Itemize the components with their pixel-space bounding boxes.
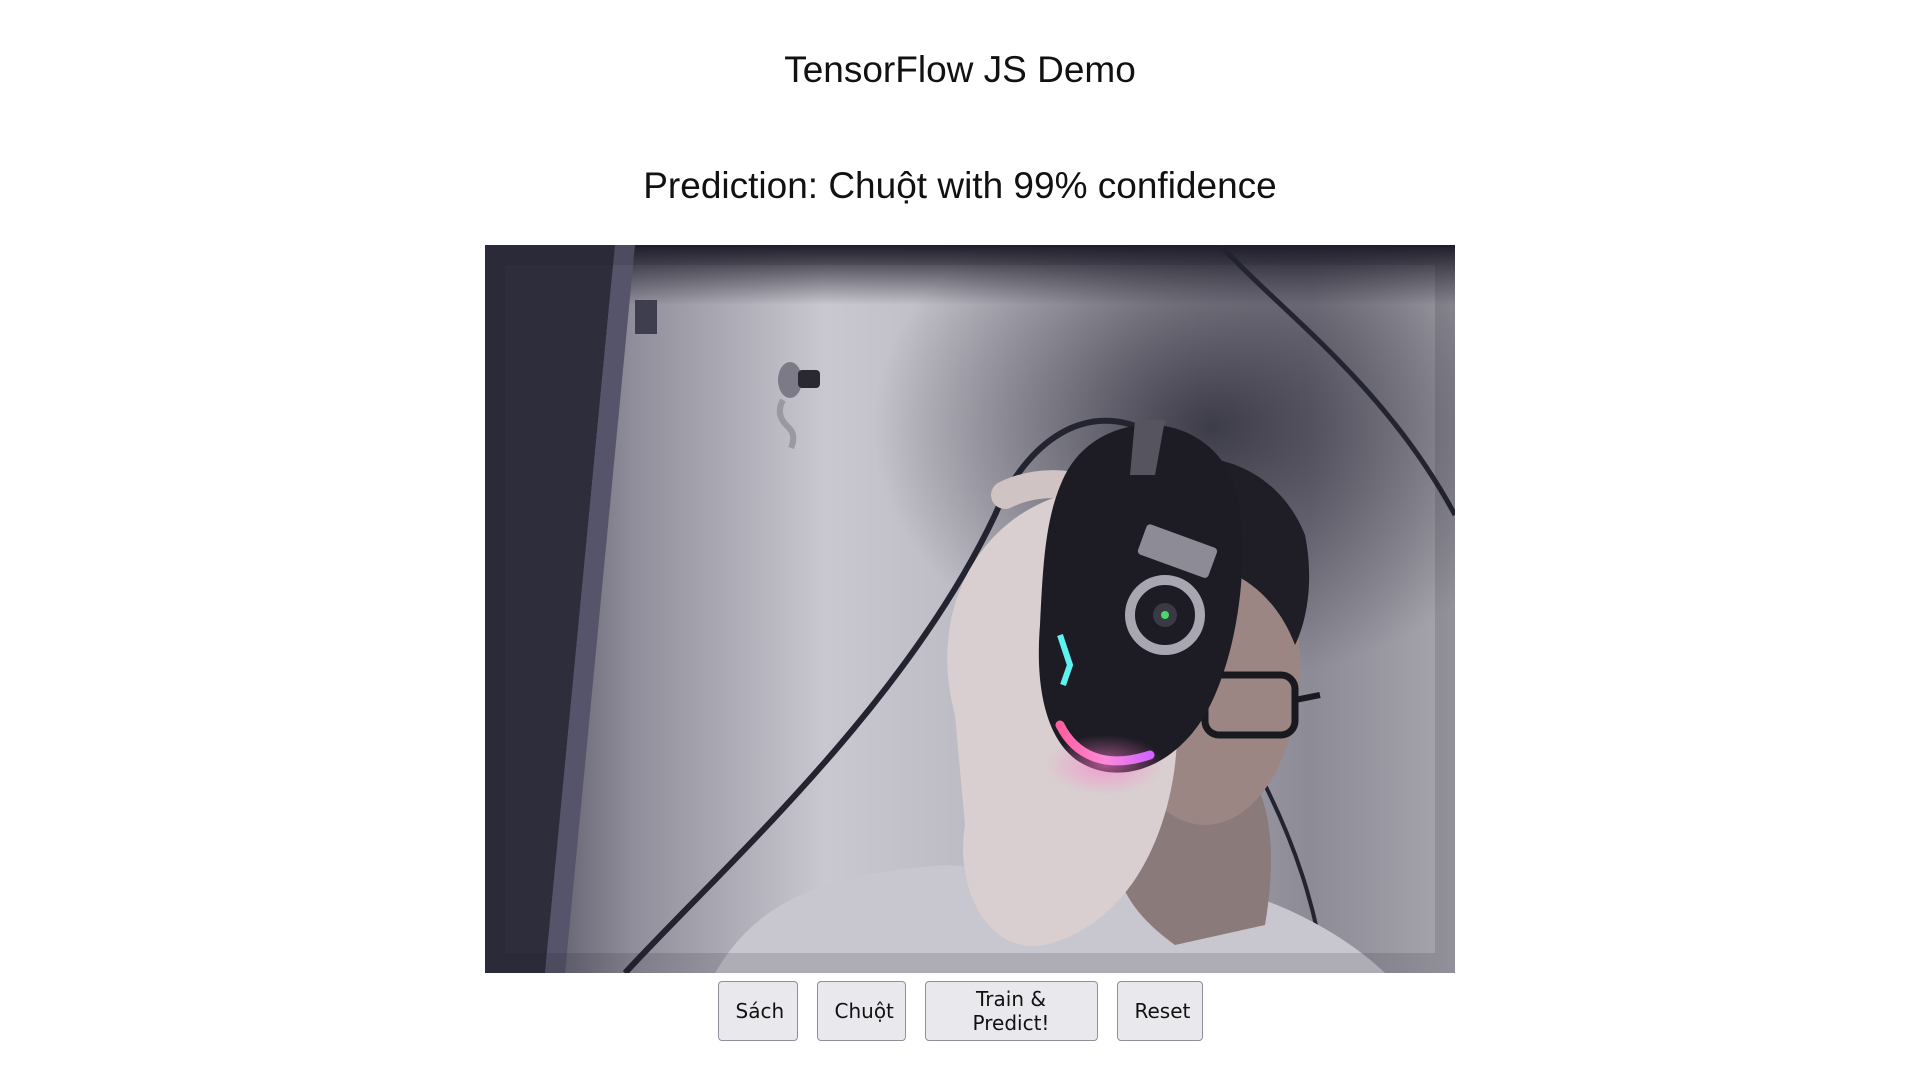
train-predict-button[interactable]: Train & Predict! bbox=[924, 981, 1098, 1041]
prediction-text: Prediction: Chuột with 99% confidence bbox=[643, 165, 1277, 206]
class-chuot-button[interactable]: Chuột bbox=[816, 981, 906, 1041]
page-title: TensorFlow JS Demo bbox=[784, 49, 1136, 90]
reset-button[interactable]: Reset bbox=[1116, 981, 1203, 1041]
demo-page: TensorFlow JS Demo Prediction: Chuột wit… bbox=[0, 0, 1920, 1080]
webcam-video bbox=[485, 245, 1455, 973]
webcam-frame bbox=[485, 245, 1455, 973]
controls-bar: Sách Chuột Train & Predict! Reset bbox=[0, 981, 1920, 1041]
class-sach-button[interactable]: Sách bbox=[717, 981, 798, 1041]
